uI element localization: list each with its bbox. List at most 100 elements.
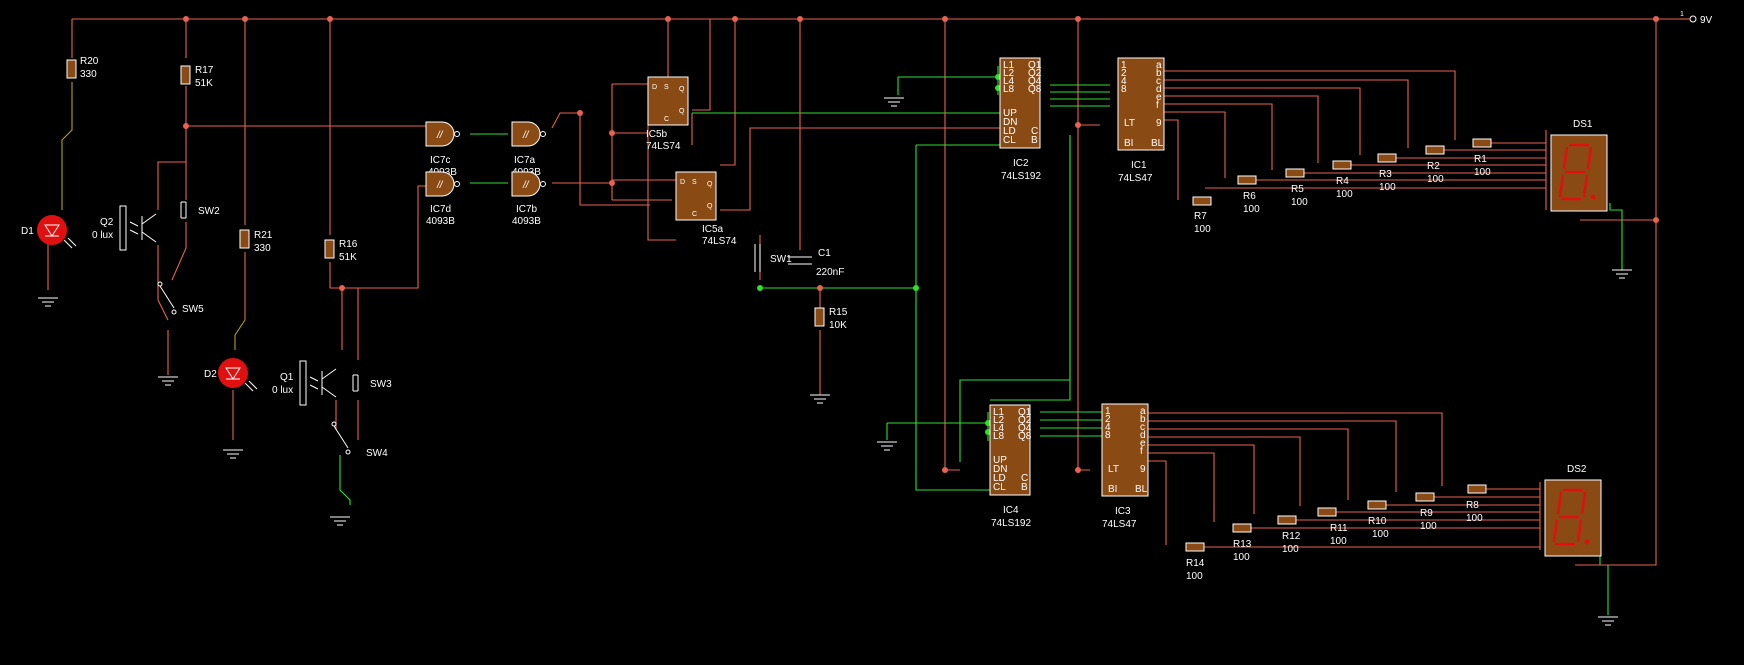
switch-sw2[interactable]: SW2	[180, 201, 220, 219]
switch-sw5[interactable]: SW5	[157, 281, 204, 315]
counter-part: 74LS192	[991, 518, 1031, 529]
nand-gate-ic7d[interactable]: // IC7d 4093B	[425, 171, 460, 227]
decoder-ic3[interactable]: 1 2 4 8 LT BI a b c d e f 9 BL IC3 74LS4…	[1101, 403, 1149, 530]
capacitor-ref: C1	[818, 248, 831, 259]
seven-segment-display-ds2[interactable]: DS2	[1544, 464, 1602, 557]
nand-gate-ic7a[interactable]: // IC7a 4093B	[511, 121, 546, 178]
flipflop-ref: IC5a	[702, 224, 724, 235]
svg-text:Q8: Q8	[1018, 431, 1032, 442]
light-emission-icon	[244, 380, 258, 392]
light-arrow-icon	[129, 221, 139, 235]
ground-icon	[158, 376, 178, 386]
resistor-r13[interactable]: R13100	[1232, 523, 1252, 563]
ground-symbols	[38, 97, 1632, 626]
resistor-value: 100	[1379, 182, 1396, 193]
switch-sw1[interactable]: SW1	[754, 244, 792, 272]
wires	[47, 15, 1697, 615]
resistor-value: 100	[1427, 174, 1444, 185]
resistor-ref: R2	[1427, 161, 1440, 172]
schematic-canvas[interactable]: 9V 1 D1 D2 Q2 0 lux Q1 0 lux SW2 SW5 SW3…	[0, 0, 1744, 665]
resistor-ref: R1	[1474, 154, 1487, 165]
svg-text:Q: Q	[707, 203, 713, 210]
resistor-r6[interactable]: R6100	[1237, 175, 1260, 215]
resistor-ref: R4	[1336, 176, 1349, 187]
resistor-value: 51K	[195, 78, 213, 89]
resistor-ref: R15	[829, 307, 848, 318]
resistor-value: 100	[1243, 204, 1260, 215]
resistor-r16[interactable]: R16 51K	[324, 239, 358, 263]
ground-icon	[1612, 269, 1632, 279]
resistor-r7[interactable]: R7100	[1192, 196, 1212, 235]
resistor-r12[interactable]: R12100	[1277, 515, 1301, 555]
counter-ic2[interactable]: L1 L2 L4 L8 UP DN LD CL Q1 Q2 Q4 Q8 C B …	[999, 57, 1042, 182]
led-d2[interactable]: D2	[204, 358, 258, 392]
phototransistor-value: 0 lux	[272, 385, 293, 396]
ground-icon	[810, 394, 830, 404]
resistor-value: 100	[1420, 521, 1437, 532]
gate-ref: IC7b	[516, 204, 538, 215]
svg-text:L8: L8	[993, 431, 1005, 442]
flipflop-part: 74LS74	[702, 236, 737, 247]
switch-ref: SW5	[182, 304, 204, 315]
ground-icon	[330, 516, 350, 526]
svg-text:LT: LT	[1124, 118, 1135, 129]
flipflop-ic5b[interactable]: D S Q C Q IC5b 74LS74	[646, 76, 689, 152]
phototransistor-q2[interactable]: Q2 0 lux	[92, 205, 157, 251]
resistor-ref: R3	[1379, 169, 1392, 180]
resistor-ref: R12	[1282, 531, 1301, 542]
switch-ref: SW4	[366, 448, 388, 459]
svg-text:BI: BI	[1108, 484, 1117, 495]
svg-text:LT: LT	[1108, 464, 1119, 475]
display-ref: DS1	[1573, 119, 1593, 130]
resistor-ref: R11	[1330, 523, 1348, 534]
capacitor-value: 220nF	[816, 267, 844, 278]
switch-sw4[interactable]: SW4	[331, 421, 388, 459]
resistor-value: 330	[254, 243, 271, 254]
ground-icon	[38, 297, 58, 307]
counter-ic4[interactable]: L1 L2 L4 L8 UP DN LD CL Q1 Q2 Q4 Q8 C B …	[989, 404, 1032, 529]
gate-ref: IC7a	[514, 155, 536, 166]
resistor-ref: R16	[339, 239, 358, 250]
resistor-value: 100	[1336, 189, 1353, 200]
supply-label: 9V	[1700, 15, 1713, 26]
svg-text:B: B	[1021, 482, 1028, 493]
svg-text:Q: Q	[707, 181, 713, 188]
nand-gate-ic7c[interactable]: // IC7c 4093B	[425, 121, 460, 178]
gate-part: 4093B	[512, 216, 541, 227]
resistor-r10[interactable]: R10100	[1367, 500, 1389, 540]
svg-text:f: f	[1156, 100, 1159, 111]
capacitor-c1[interactable]: C1 220nF	[788, 248, 844, 278]
led-ref: D2	[204, 369, 217, 380]
resistor-value: 100	[1282, 544, 1299, 555]
resistor-r15[interactable]: R15 10K	[814, 307, 848, 331]
gate-ref: IC7d	[430, 204, 451, 215]
resistor-r14[interactable]: R14100	[1185, 542, 1205, 582]
resistor-value: 100	[1474, 167, 1491, 178]
resistor-ref: R5	[1291, 184, 1304, 195]
light-emission-icon	[63, 237, 77, 249]
led-d1[interactable]: D1	[21, 215, 77, 249]
svg-text:B: B	[1031, 135, 1038, 146]
svg-text:Q8: Q8	[1028, 84, 1042, 95]
decoder-ic1[interactable]: 1 2 4 8 LT BI a b c d e f 9 BL IC1 74LS4…	[1117, 57, 1165, 184]
nand-gate-ic7b[interactable]: // IC7b 4093B	[511, 171, 546, 227]
ground-icon	[223, 449, 243, 459]
svg-text:9: 9	[1140, 464, 1146, 475]
switch-sw3[interactable]: SW3	[352, 374, 392, 392]
resistor-value: 100	[1186, 571, 1203, 582]
svg-text:CL: CL	[993, 482, 1006, 493]
counter-ref: IC2	[1013, 158, 1029, 169]
resistor-value: 51K	[339, 252, 357, 263]
phototransistor-ref: Q2	[100, 217, 114, 228]
svg-text:BL: BL	[1135, 484, 1148, 495]
resistor-r17[interactable]: R17 51K	[180, 65, 214, 89]
svg-text:8: 8	[1105, 430, 1111, 441]
svg-text:BL: BL	[1151, 138, 1164, 149]
resistor-value: 100	[1466, 513, 1483, 524]
resistor-r21[interactable]: R21 330	[239, 229, 273, 254]
gate-part: 4093B	[426, 216, 455, 227]
seven-segment-display-ds1[interactable]: DS1	[1550, 119, 1608, 212]
svg-text:CL: CL	[1003, 135, 1016, 146]
phototransistor-q1[interactable]: Q1 0 lux	[272, 360, 337, 406]
resistor-r20[interactable]: R20 330	[66, 56, 99, 80]
